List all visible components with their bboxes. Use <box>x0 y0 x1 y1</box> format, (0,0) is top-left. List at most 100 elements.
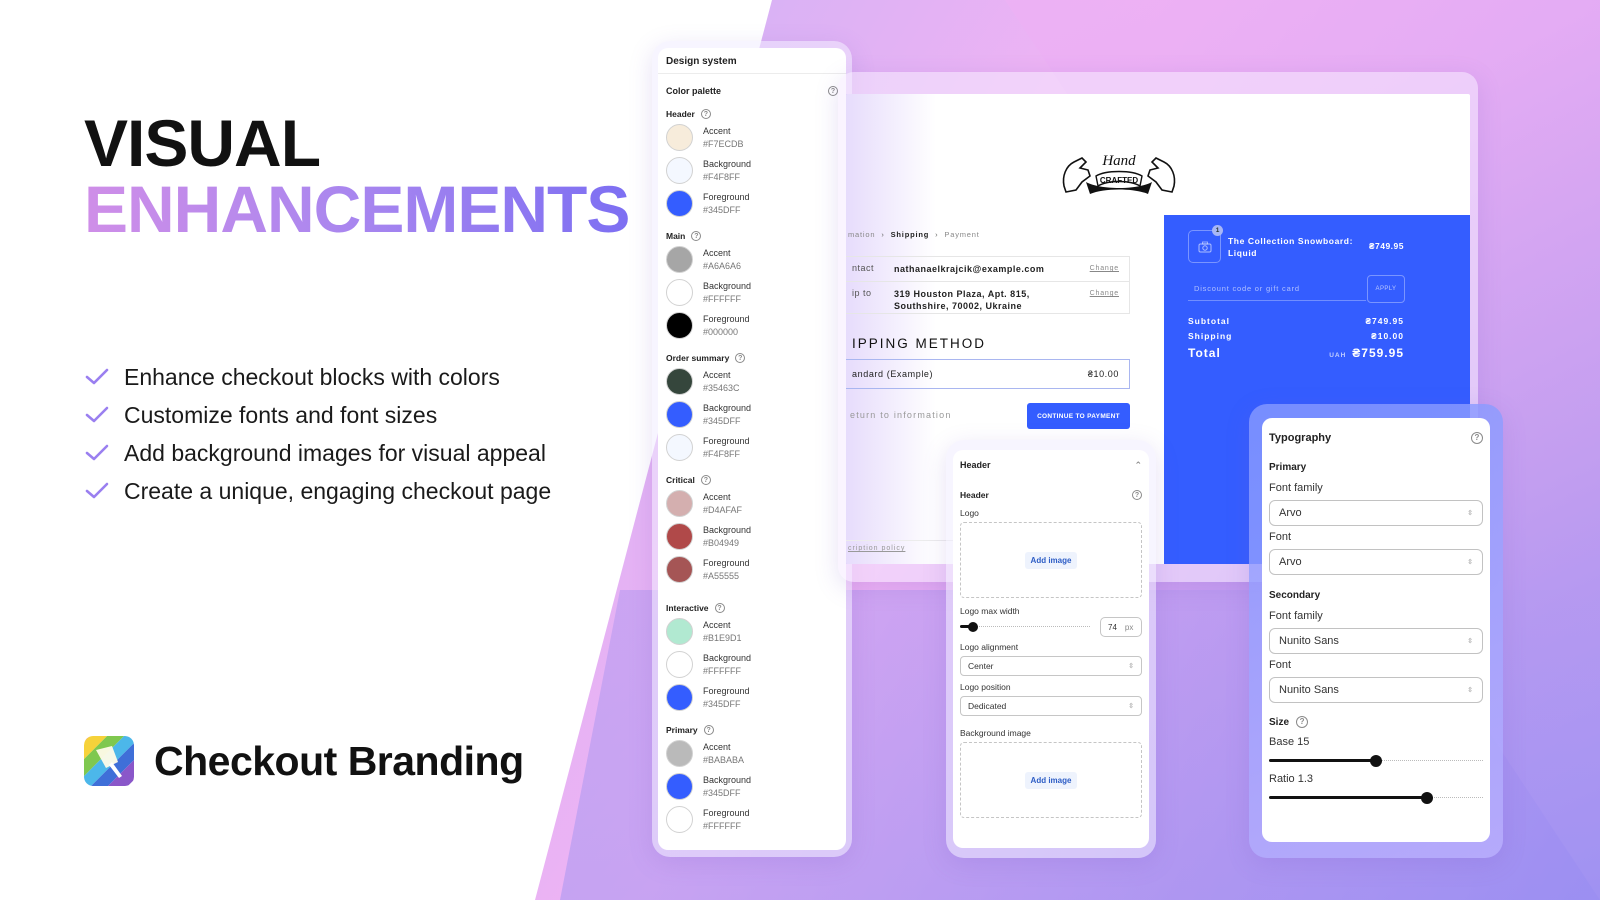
color-swatch[interactable] <box>666 368 693 395</box>
help-icon[interactable]: ? <box>700 475 711 485</box>
color-swatch-row[interactable]: Foreground #000000 <box>658 309 846 342</box>
feature-text: Enhance checkout blocks with colors <box>124 363 500 390</box>
color-swatch[interactable] <box>666 651 693 678</box>
color-swatch-row[interactable]: Accent #BABABA <box>658 737 846 770</box>
color-swatch[interactable] <box>666 124 693 151</box>
color-swatch-row[interactable]: Accent #B1E9D1 <box>658 615 846 648</box>
swatch-text: Accent #B1E9D1 <box>703 619 742 645</box>
shipping-option[interactable]: andard (Example) ₴10.00 <box>846 359 1130 389</box>
secondary-font-select[interactable]: Nunito Sans ⇳ <box>1269 677 1483 703</box>
return-to-information-link[interactable]: eturn to information <box>850 410 952 420</box>
swatch-label: Foreground <box>703 557 750 568</box>
primary-font-select[interactable]: Arvo ⇳ <box>1269 549 1483 575</box>
add-logo-image-button[interactable]: Add image <box>1024 551 1078 569</box>
color-swatch-row[interactable]: Background #345DFF <box>658 398 846 431</box>
logo-max-width-slider[interactable] <box>960 622 1094 632</box>
color-swatch[interactable] <box>666 279 693 306</box>
secondary-font-family-label: Font family <box>1269 610 1323 622</box>
color-swatch-row[interactable]: Foreground #FFFFFF <box>658 803 846 836</box>
background-image-dropzone[interactable]: Add image <box>960 742 1142 818</box>
color-swatch-row[interactable]: Background #B04949 <box>658 520 846 553</box>
color-swatch[interactable] <box>666 523 693 550</box>
color-swatch[interactable] <box>666 246 693 273</box>
discount-code-input[interactable]: Discount code or gift card <box>1188 279 1366 301</box>
color-swatch-row[interactable]: Background #FFFFFF <box>658 648 846 681</box>
logo-alignment-select[interactable]: Center ⇳ <box>960 656 1142 676</box>
hero-title-line1: VISUAL <box>84 106 321 180</box>
slider-handle[interactable] <box>1370 755 1382 767</box>
logo-position-select[interactable]: Dedicated ⇳ <box>960 696 1142 716</box>
color-swatch-row[interactable]: Background #F4F8FF <box>658 154 846 187</box>
subscription-policy-link[interactable]: cription policy <box>848 545 905 552</box>
group-name: Main <box>666 231 686 241</box>
change-address-link[interactable]: Change <box>1090 290 1119 297</box>
ratio-slider[interactable] <box>1269 791 1483 805</box>
change-contact-link[interactable]: Change <box>1090 265 1119 272</box>
color-swatch[interactable] <box>666 401 693 428</box>
color-swatch[interactable] <box>666 773 693 800</box>
slider-fill <box>1269 759 1376 762</box>
color-swatch-row[interactable]: Foreground #F4F8FF <box>658 431 846 464</box>
swatch-text: Foreground #345DFF <box>703 685 750 711</box>
help-icon[interactable]: ? <box>1471 432 1483 444</box>
shipping-option-name: andard (Example) <box>852 369 934 379</box>
breadcrumb-payment: Payment <box>944 230 980 239</box>
color-swatch-row[interactable]: Foreground #A55555 <box>658 553 846 586</box>
help-icon[interactable]: ? <box>714 603 725 613</box>
product-price: ₴749.95 <box>1368 241 1404 251</box>
color-swatch-row[interactable]: Accent #F7ECDB <box>658 121 846 154</box>
color-swatch-row[interactable]: Accent #D4AFAF <box>658 487 846 520</box>
help-icon[interactable]: ? <box>691 231 702 241</box>
group-name: Primary <box>666 725 698 735</box>
ship-to-line2: Southshire, 70002, Ukraine <box>894 301 1023 311</box>
logo-max-width-control: 74 px <box>953 616 1149 638</box>
base-size-slider[interactable] <box>1269 754 1483 768</box>
feature-list: Enhance checkout blocks with colors Cust… <box>84 358 551 510</box>
feature-item: Enhance checkout blocks with colors <box>84 358 551 396</box>
color-swatch[interactable] <box>666 618 693 645</box>
swatch-text: Foreground #345DFF <box>703 191 750 217</box>
breadcrumb-information[interactable]: mation <box>848 230 875 239</box>
help-icon[interactable]: ? <box>735 353 746 363</box>
color-swatch[interactable] <box>666 684 693 711</box>
chevron-up-icon[interactable]: ⌃ <box>1134 460 1142 471</box>
slider-handle[interactable] <box>968 622 979 632</box>
add-background-image-button[interactable]: Add image <box>1024 771 1078 789</box>
help-icon[interactable]: ? <box>828 86 838 96</box>
swatch-hex: #F4F8FF <box>703 171 741 182</box>
color-swatch[interactable] <box>666 312 693 339</box>
primary-font-family-select[interactable]: Arvo ⇳ <box>1269 500 1483 526</box>
order-totals: Subtotal ₴749.95 Shipping ₴10.00 Total U… <box>1188 313 1404 363</box>
help-icon[interactable]: ? <box>1132 490 1142 500</box>
color-swatch[interactable] <box>666 806 693 833</box>
continue-to-payment-button[interactable]: CONTINUE TO PAYMENT <box>1027 403 1130 429</box>
logo-dropzone[interactable]: Add image <box>960 522 1142 598</box>
color-group-title: Main? <box>658 229 846 243</box>
logo-max-width-input[interactable]: 74 px <box>1100 617 1142 637</box>
color-swatch-row[interactable]: Foreground #345DFF <box>658 187 846 220</box>
checkmark-icon <box>84 481 110 501</box>
secondary-font-family-select[interactable]: Nunito Sans ⇳ <box>1269 628 1483 654</box>
color-swatch[interactable] <box>666 157 693 184</box>
help-icon[interactable]: ? <box>703 725 714 735</box>
color-swatch-row[interactable]: Foreground #345DFF <box>658 681 846 714</box>
color-swatch-row[interactable]: Accent #A6A6A6 <box>658 243 846 276</box>
help-icon[interactable]: ? <box>700 109 711 119</box>
color-group-title: Interactive? <box>658 601 846 615</box>
select-arrows-icon: ⇳ <box>1128 662 1134 670</box>
color-swatch[interactable] <box>666 740 693 767</box>
color-swatch[interactable] <box>666 490 693 517</box>
color-swatch-row[interactable]: Accent #35463C <box>658 365 846 398</box>
header-accordion[interactable]: Header ⌃ <box>953 450 1149 480</box>
color-swatch[interactable] <box>666 434 693 461</box>
ship-to-line1: 319 Houston Plaza, Apt. 815, <box>894 289 1030 299</box>
background-image-label: Background image <box>960 728 1031 738</box>
color-swatch[interactable] <box>666 556 693 583</box>
slider-handle[interactable] <box>1421 792 1434 804</box>
color-swatch[interactable] <box>666 190 693 217</box>
color-swatch-row[interactable]: Background #FFFFFF <box>658 276 846 309</box>
color-swatch-row[interactable]: Background #345DFF <box>658 770 846 803</box>
apply-discount-button[interactable]: APPLY <box>1367 275 1405 303</box>
section-title: Header <box>960 490 989 500</box>
help-icon[interactable]: ? <box>1296 716 1309 728</box>
